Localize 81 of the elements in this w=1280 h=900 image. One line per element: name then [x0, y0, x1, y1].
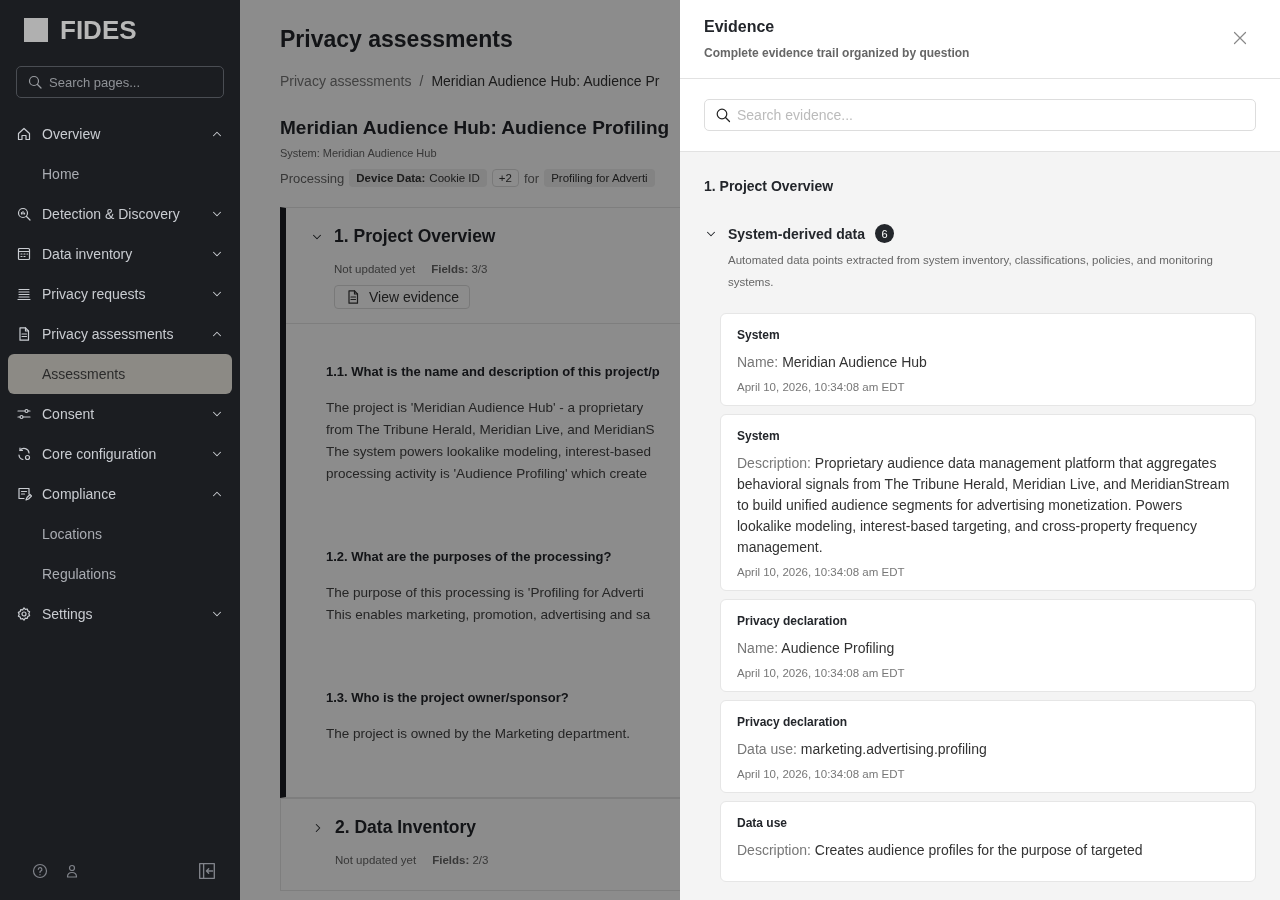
evidence-source: Data use	[737, 816, 789, 830]
home-icon	[16, 126, 32, 142]
page-title: Privacy assessments	[280, 26, 513, 53]
sidebar-subitem[interactable]: Home	[8, 154, 232, 194]
refresh-gear-icon	[16, 446, 32, 462]
group-title[interactable]: System-derived data	[728, 225, 865, 242]
evidence-field: Description: Proprietary audience data management platform that aggregates behavioral signals from The Tribune Herald, Meridian Live, and MeridianStream to build unified audience segments for advertising monetization. Powers lookalike modeling, interest-based targeting, and cross-property frequency management.	[737, 453, 1239, 558]
document-icon	[345, 289, 361, 305]
logo-text: FIDES	[60, 14, 137, 46]
collapse-panel-icon	[198, 862, 216, 880]
answer-line: The project is 'Meridian Audience Hub' - a proprietary	[326, 399, 644, 417]
question-heading: 1. Project Overview	[704, 178, 835, 194]
evidence-source: Privacy declaration	[737, 614, 849, 628]
magnifier-icon	[16, 206, 32, 222]
count-badge: 6	[874, 224, 894, 243]
sidebar-item[interactable]: Consent	[8, 394, 232, 434]
update-status: Not updated yet	[335, 854, 417, 866]
view-evidence-button[interactable]: View evidence	[334, 285, 471, 309]
processing-label: Processing	[280, 170, 345, 186]
sidebar-item[interactable]: Privacy assessments	[8, 314, 232, 354]
search-field[interactable]: Search pages...	[16, 66, 224, 98]
answer-line: The system powers lookalike modeling, interest-based	[326, 443, 651, 461]
for-label: for	[524, 170, 540, 186]
breadcrumb-link[interactable]: Meridian Audience Hub: Audience Pr	[431, 73, 660, 89]
search-icon	[715, 107, 731, 123]
evidence-timestamp: April 10, 2026, 10:34:08 am EDT	[737, 566, 906, 578]
settings-icon	[16, 606, 32, 622]
question-text: 1.1. What is the name and description of this project/p	[326, 364, 660, 379]
answer-line: from The Tribune Herald, Meridian Live, and MeridianS	[326, 421, 655, 439]
evidence-timestamp: April 10, 2026, 10:34:08 am EDT	[737, 768, 906, 780]
sidebar-item[interactable]: Compliance	[8, 474, 232, 514]
evidence-source: System	[737, 328, 781, 342]
update-status: Not updated yet	[334, 263, 416, 275]
question-text: 1.3. Who is the project owner/sponsor?	[326, 690, 569, 705]
evidence-field: Name: Meridian Audience Hub	[737, 352, 1239, 373]
sidebar-item[interactable]: Settings	[8, 594, 232, 634]
group-description: Automated data points extracted from system inventory, classifications, policies, and monitoring systems.	[727, 253, 1214, 290]
sidebar-item[interactable]: Data inventory	[8, 234, 232, 274]
close-icon	[1232, 30, 1248, 46]
section-title[interactable]: 2. Data Inventory	[335, 817, 477, 838]
evidence-field: Description: Creates audience profiles for the purpose of targeted	[737, 840, 1239, 861]
sidebar-item[interactable]: Overview	[8, 114, 232, 154]
drawer-title: Evidence	[704, 18, 776, 36]
evidence-source: System	[737, 429, 781, 443]
section-title[interactable]: 1. Project Overview	[334, 226, 496, 247]
answer-line: processing activity is 'Audience Profiling' which create	[326, 465, 648, 483]
stack-icon	[16, 286, 32, 302]
breadcrumb-separator: /	[419, 73, 424, 89]
table-icon	[16, 246, 32, 262]
fields-count: Fields: 3/3	[431, 263, 488, 275]
close-button[interactable]	[1232, 30, 1248, 46]
more-tag[interactable]: +2	[491, 169, 519, 187]
sliders-icon	[16, 406, 32, 422]
sidebar-item[interactable]: Detection & Discovery	[8, 194, 232, 234]
clipboard-edit-icon	[16, 486, 32, 502]
help-icon	[32, 863, 48, 879]
purpose-tag: Profiling for Adverti	[544, 169, 655, 187]
answer-line: The purpose of this processing is 'Profiling for Adverti	[326, 584, 644, 602]
answer-line: This enables marketing, promotion, advertising and sa	[326, 606, 651, 624]
sidebar-item[interactable]: Privacy requests	[8, 274, 232, 314]
evidence-field: Data use: marketing.advertising.profiling	[737, 739, 1239, 760]
drawer-subtitle: Complete evidence trail organized by question	[704, 46, 971, 60]
evidence-source: Privacy declaration	[737, 715, 849, 729]
evidence-timestamp: April 10, 2026, 10:34:08 am EDT	[737, 667, 906, 679]
fields-count: Fields: 2/3	[432, 854, 489, 866]
sidebar-subitem[interactable]: Regulations	[8, 554, 232, 594]
search-icon	[27, 74, 43, 90]
evidence-field: Name: Audience Profiling	[737, 638, 1239, 659]
answer-line: The project is owned by the Marketing department.	[326, 725, 630, 743]
data-category-tag: Device Data: Cookie ID	[349, 169, 487, 187]
question-text: 1.2. What are the purposes of the processing?	[326, 549, 612, 564]
document-icon	[16, 326, 32, 342]
assessment-title: Meridian Audience Hub: Audience Profiling	[280, 117, 670, 139]
system-label: System: Meridian Audience Hub	[280, 147, 437, 159]
logo-mark	[24, 18, 48, 42]
sidebar-subitem[interactable]: Assessments	[8, 354, 232, 394]
sidebar-subitem[interactable]: Locations	[8, 514, 232, 554]
evidence-search-field[interactable]: Search evidence...	[704, 99, 1256, 131]
sidebar-item[interactable]: Core configuration	[8, 434, 232, 474]
evidence-timestamp: April 10, 2026, 10:34:08 am EDT	[737, 381, 906, 393]
user-icon	[64, 863, 80, 879]
